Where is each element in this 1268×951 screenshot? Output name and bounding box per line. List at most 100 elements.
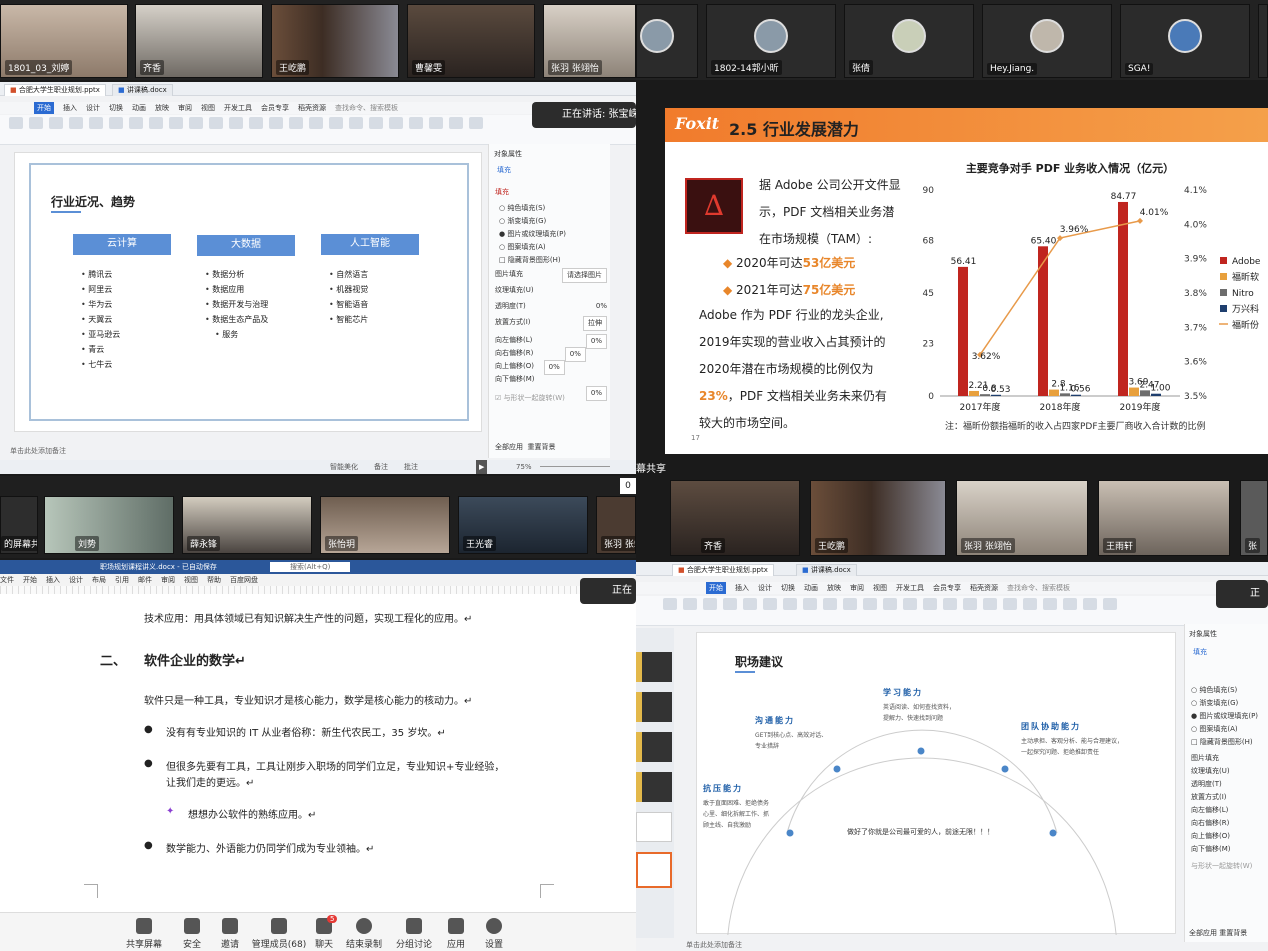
offset-bottom-input[interactable]: 0%: [585, 386, 607, 401]
counter-badge: 0: [620, 478, 636, 494]
notes-button[interactable]: 备注: [374, 460, 388, 474]
video-tile[interactable]: 的屏幕共享: [0, 496, 38, 554]
placement-select[interactable]: 拉伸: [583, 316, 607, 331]
reset-background-button[interactable]: 重置背景: [1219, 929, 1247, 937]
fill-option[interactable]: ○ 渐变填充(G): [499, 215, 566, 228]
fill-option[interactable]: □ 隐藏背景图形(H): [499, 254, 566, 267]
video-tile[interactable]: [1258, 4, 1268, 78]
slide-thumbnail[interactable]: [636, 772, 672, 802]
presentation-window: ■ 合肥大学生职业规划.pptx ■ 讲课稿.docx 开始 插入 设计 切换 动画 放映…: [0, 82, 636, 474]
slide-thumbnail[interactable]: [636, 692, 672, 722]
video-tile[interactable]: [636, 4, 698, 78]
panel-tab-fill[interactable]: 填充: [497, 164, 511, 177]
menu-transition[interactable]: 切换: [109, 102, 123, 114]
transparency-slider[interactable]: 0%: [596, 300, 607, 313]
bar-万兴科: [1151, 393, 1161, 396]
doc-bullet: 数学能力、外语能力仍同学们成为专业领袖。↵: [166, 844, 375, 855]
video-tile[interactable]: 王屹鹏: [810, 480, 946, 556]
slide-thumbnail[interactable]: [636, 852, 672, 888]
fill-option[interactable]: ○ 渐变填充(G): [1191, 697, 1258, 710]
foxit-logo: Foxit: [675, 114, 720, 133]
tab-pptx[interactable]: ■ 合肥大学生职业规划.pptx: [672, 564, 774, 576]
tab-docx[interactable]: ■ 讲课稿.docx: [796, 564, 857, 576]
fill-option[interactable]: ○ 图案填充(A): [499, 241, 566, 254]
video-tile[interactable]: 张羽 张翊怡: [543, 4, 636, 78]
shield-icon: [184, 918, 200, 934]
video-tile[interactable]: 张: [1240, 480, 1268, 556]
video-tile[interactable]: 刘势: [44, 496, 174, 554]
doc-sub-bullet: 想想办公软件的熟练应用。↵: [188, 810, 317, 821]
notes-bar[interactable]: 单击此处添加备注: [10, 446, 66, 456]
video-tile[interactable]: 王屹鹏: [271, 4, 399, 78]
video-tile[interactable]: 张倩: [844, 4, 974, 78]
tab-docx[interactable]: ■ 讲课稿.docx: [112, 84, 173, 96]
smart-beautify-button[interactable]: 智能美化: [330, 460, 358, 474]
slide-thumbnail[interactable]: [636, 812, 672, 842]
menu-slideshow[interactable]: 放映: [155, 102, 169, 114]
breakout-button[interactable]: 分组讨论: [392, 918, 436, 950]
video-tile[interactable]: 张羽 张翊怡: [956, 480, 1088, 556]
fill-option[interactable]: ○ 纯色填充(S): [499, 202, 566, 215]
menu-member[interactable]: 会员专享: [261, 102, 289, 114]
video-tile[interactable]: 齐香: [670, 480, 800, 556]
meeting-toolbar: 共享屏幕 安全 邀请 管理成员(68) 聊天 5 结束录制 分组讨论 应用 设置: [0, 912, 636, 951]
menu-review[interactable]: 审阅: [178, 102, 192, 114]
chat-button[interactable]: 聊天 5: [302, 915, 346, 950]
menu-view[interactable]: 视图: [201, 102, 215, 114]
rotate-with-shape-checkbox[interactable]: 与形状一起旋转(W): [504, 394, 565, 402]
stop-recording-button[interactable]: 结束录制: [342, 918, 386, 950]
tab-pptx[interactable]: ■ 合肥大学生职业规划.pptx: [4, 84, 106, 96]
video-tile[interactable]: 薛永锋: [182, 496, 312, 554]
zoom-level[interactable]: 75%: [516, 460, 532, 474]
slide-thumbnail[interactable]: [636, 652, 672, 682]
video-tile[interactable]: 齐香: [135, 4, 263, 78]
video-tile[interactable]: 曹馨雯: [407, 4, 535, 78]
apply-all-button[interactable]: 全部应用: [495, 443, 523, 451]
members-button[interactable]: 管理成员(68): [250, 918, 308, 950]
video-tile[interactable]: SGA!: [1120, 4, 1250, 78]
center-text: 做好了你就是公司最可爱的人，前途无限！！！: [847, 828, 994, 836]
chart-note: 注：福昕份额指福昕的收入占四家PDF主要厂商收入合计数的比例: [945, 422, 1206, 432]
settings-button[interactable]: 设置: [472, 918, 516, 950]
video-tile[interactable]: 张怡玥: [320, 496, 450, 554]
video-tile[interactable]: Hey.Jiang.: [982, 4, 1112, 78]
video-tile[interactable]: 1801_03_刘婷: [0, 4, 128, 78]
reset-background-button[interactable]: 重置背景: [527, 443, 555, 451]
menu-home[interactable]: 开始: [34, 102, 54, 114]
zoom-slider[interactable]: [540, 466, 610, 467]
fill-option[interactable]: ○ 图案填充(A): [1191, 723, 1258, 736]
offset-right-input[interactable]: 0%: [564, 347, 586, 362]
menu-docer[interactable]: 稻壳资源: [298, 102, 326, 114]
notes-bar[interactable]: 单击此处添加备注: [686, 940, 742, 950]
invite-button[interactable]: 邀请: [208, 918, 252, 950]
fill-option[interactable]: □ 隐藏背景图形(H): [1191, 736, 1258, 749]
menu-insert[interactable]: 插入: [63, 102, 77, 114]
menu-animation[interactable]: 动画: [132, 102, 146, 114]
offset-left-input[interactable]: 0%: [585, 334, 607, 349]
bar-福昕软: [969, 390, 979, 396]
offset-top-input[interactable]: 0%: [543, 360, 565, 375]
fill-option[interactable]: ● 图片或纹理填充(P): [1191, 710, 1258, 723]
menu-design[interactable]: 设计: [86, 102, 100, 114]
play-icon[interactable]: ▶: [476, 460, 488, 474]
share-screen-button[interactable]: 共享屏幕: [122, 918, 166, 950]
slide-thumbnail[interactable]: [636, 732, 672, 762]
panel-tab-fill[interactable]: 填充: [1193, 646, 1207, 659]
video-tile[interactable]: 张羽 张翊: [596, 496, 636, 554]
command-search[interactable]: 查找命令、搜索模板: [1007, 582, 1070, 594]
invite-icon: [222, 918, 238, 934]
menu-developer[interactable]: 开发工具: [224, 102, 252, 114]
picture-fill-select[interactable]: 请选择图片: [562, 268, 607, 283]
page-corner-mark: [540, 884, 554, 898]
fill-option[interactable]: ○ 纯色填充(S): [1191, 684, 1258, 697]
video-tile[interactable]: 王雨轩: [1098, 480, 1230, 556]
video-tile[interactable]: 王光睿: [458, 496, 588, 554]
comments-button[interactable]: 批注: [404, 460, 418, 474]
bullet-dot: ●: [144, 724, 153, 735]
search-input[interactable]: 搜索(Alt+Q): [270, 562, 351, 572]
record-stop-icon: [356, 918, 372, 934]
video-tile[interactable]: 1802-14郭小昕: [706, 4, 836, 78]
apply-all-button[interactable]: 全部应用: [1189, 929, 1217, 937]
command-search[interactable]: 查找命令、搜索模板: [335, 102, 398, 114]
fill-option[interactable]: ● 图片或纹理填充(P): [499, 228, 566, 241]
